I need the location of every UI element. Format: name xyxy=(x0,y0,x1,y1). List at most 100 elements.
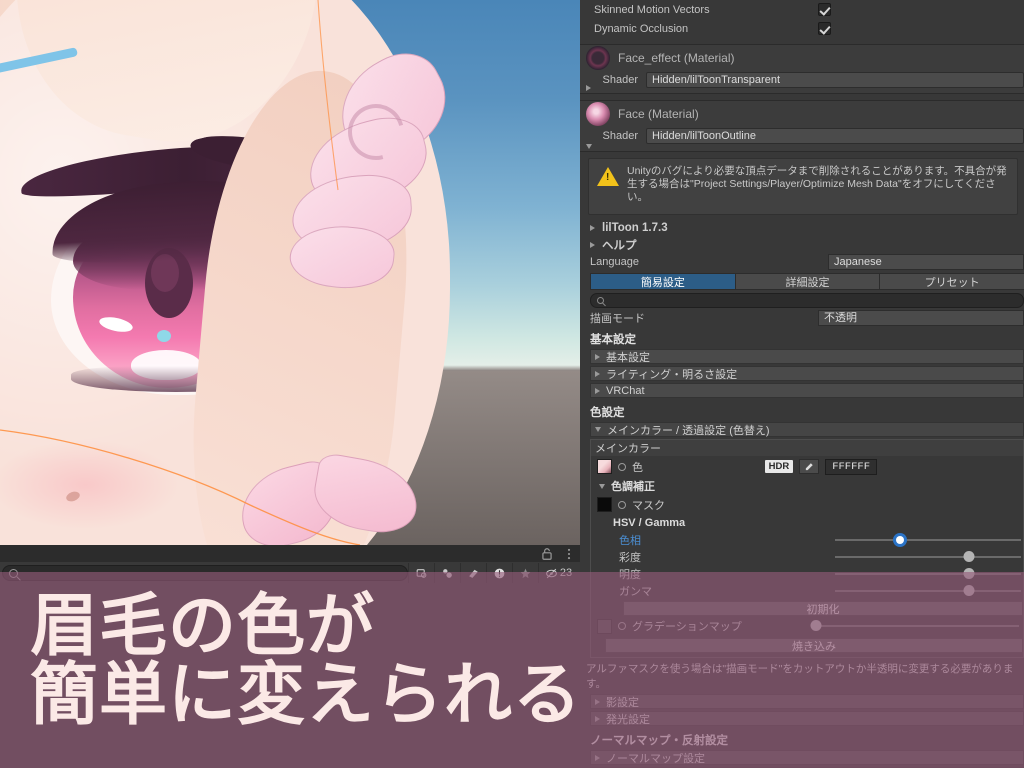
foldout-arrow-icon[interactable] xyxy=(586,85,591,91)
chevron-right-icon xyxy=(595,370,600,377)
slider-hue[interactable]: 色相 xyxy=(591,531,1023,548)
mask-texture-slot[interactable] xyxy=(597,497,612,512)
accordion-vrchat[interactable]: VRChat xyxy=(590,383,1024,398)
color-swatch[interactable] xyxy=(597,459,612,474)
foldout-liltoon-version[interactable]: lilToon 1.7.3 xyxy=(580,219,1024,236)
warning-icon xyxy=(597,167,619,186)
slider-knob[interactable] xyxy=(896,535,905,544)
accordion-label: ノーマルマップ設定 xyxy=(606,752,705,765)
warning-helpbox: Unityのバグにより必要な頂点データまで削除されることがあります。不具合が発生… xyxy=(588,158,1018,215)
material-block-face: Face (Material) Shader Hidden/lilToonOut… xyxy=(580,100,1024,152)
tone-correction-label: 色調補正 xyxy=(611,481,655,493)
slider-label: 色相 xyxy=(619,534,641,547)
caption-text: 眉毛の色が 簡単に変えられる xyxy=(30,587,583,736)
chevron-down-icon xyxy=(599,483,605,489)
tab-preset[interactable]: プリセット xyxy=(879,273,1024,290)
cheek-blush xyxy=(0,440,180,530)
slider-saturation[interactable]: 彩度 xyxy=(591,548,1023,565)
normal-section-title: ノーマルマップ・反射設定 xyxy=(590,735,728,747)
clear-icon[interactable] xyxy=(408,563,434,583)
mute-error-count[interactable]: 23 xyxy=(538,563,578,583)
chevron-right-icon xyxy=(590,224,595,231)
slider-knob[interactable] xyxy=(963,584,975,596)
warning-text: Unityのバグにより必要な頂点データまで削除されることがあります。不具合が発生… xyxy=(627,165,1007,203)
hex-value-field[interactable]: FFFFFF xyxy=(825,458,877,475)
render-mode-dropdown[interactable]: 不透明 xyxy=(818,309,1024,326)
accordion-label: メインカラー / 透過設定 (色替え) xyxy=(607,424,770,437)
material-title: Face (Material) xyxy=(618,107,699,121)
mode-tabs: 簡易設定 詳細設定 プリセット xyxy=(590,273,1024,290)
mask-label: マスク xyxy=(632,499,665,512)
shader-value-field[interactable]: Hidden/lilToonOutline xyxy=(646,128,1024,144)
checkbox[interactable] xyxy=(818,3,831,16)
slider-label: 彩度 xyxy=(619,551,641,564)
option-label: Skinned Motion Vectors xyxy=(594,3,710,16)
wing-accessory xyxy=(287,39,480,294)
toggle-radio-icon[interactable] xyxy=(618,500,626,509)
language-dropdown[interactable]: Japanese xyxy=(828,254,1024,270)
hsv-gamma-title: HSV / Gamma xyxy=(613,516,686,529)
shader-label: Shader xyxy=(602,74,638,86)
gradient-slider-track[interactable] xyxy=(810,620,1019,631)
accordion-lighting-settings[interactable]: ライティング・明るさ設定 xyxy=(590,366,1024,381)
main-color-header: メインカラー xyxy=(591,440,1023,456)
accordion-main-color[interactable]: メインカラー / 透過設定 (色替え) xyxy=(590,422,1024,437)
foldout-label: lilToon 1.7.3 xyxy=(602,221,668,234)
basic-section-title: 基本設定 xyxy=(590,334,636,346)
material-thumbnail[interactable] xyxy=(586,46,610,70)
language-label: Language xyxy=(590,256,639,268)
color-property-label: 色 xyxy=(632,461,643,474)
star-icon[interactable] xyxy=(512,563,538,583)
shader-label: Shader xyxy=(602,130,638,142)
option-dynamic-occlusion[interactable]: Dynamic Occlusion xyxy=(580,19,1024,38)
console-search-input[interactable] xyxy=(2,565,408,581)
material-thumbnail[interactable] xyxy=(586,102,610,126)
slider-label: 明度 xyxy=(619,568,641,581)
slider-knob[interactable] xyxy=(810,620,822,631)
accordion-basic-settings[interactable]: 基本設定 xyxy=(590,349,1024,364)
character-model xyxy=(0,0,570,545)
toggle-radio-icon[interactable] xyxy=(618,462,626,471)
search-icon xyxy=(597,297,604,304)
search-icon xyxy=(9,568,18,578)
option-skinned-motion-vectors[interactable]: Skinned Motion Vectors xyxy=(580,0,1024,19)
render-mode-label: 描画モード xyxy=(590,312,645,325)
chevron-right-icon xyxy=(590,241,595,248)
slider-track[interactable] xyxy=(835,550,1021,562)
slider-track[interactable] xyxy=(835,567,1021,579)
material-title: Face_effect (Material) xyxy=(618,51,735,65)
property-search-input[interactable] xyxy=(590,293,1024,308)
color-property-row: 色 HDR FFFFFF xyxy=(591,456,1023,477)
eye-accent-dot xyxy=(157,330,171,342)
chevron-right-icon xyxy=(595,754,600,761)
eyedropper-icon[interactable] xyxy=(799,459,820,474)
collapse-icon[interactable] xyxy=(434,563,460,583)
material-block-face-effect: Face_effect (Material) Shader Hidden/lil… xyxy=(580,44,1024,94)
tone-correction-foldout[interactable]: 色調補正 xyxy=(591,477,1023,495)
error-icon[interactable] xyxy=(486,563,512,583)
foldout-label: ヘルプ xyxy=(602,239,637,252)
slider-track[interactable] xyxy=(835,584,1021,596)
render-mode-row: 描画モード 不透明 xyxy=(580,308,1024,327)
slider-value[interactable]: 明度 xyxy=(591,565,1023,582)
foldout-arrow-icon[interactable] xyxy=(586,143,592,149)
kebab-menu-icon[interactable] xyxy=(562,547,576,561)
accordion-normal-map[interactable]: ノーマルマップ設定 xyxy=(590,750,1024,765)
screenshot-root: 23 Skinned Motion Vectors Dynamic Occlus… xyxy=(0,0,1024,768)
scene-viewport[interactable] xyxy=(0,0,580,545)
language-row: Language Japanese xyxy=(580,253,1024,271)
erase-icon[interactable] xyxy=(460,563,486,583)
chevron-right-icon xyxy=(595,353,600,360)
foldout-help[interactable]: ヘルプ xyxy=(580,236,1024,253)
tab-advanced[interactable]: 詳細設定 xyxy=(734,273,880,290)
slider-track[interactable] xyxy=(835,535,1021,544)
accordion-label: ライティング・明るさ設定 xyxy=(606,368,738,381)
lock-icon[interactable] xyxy=(540,547,554,561)
slider-knob[interactable] xyxy=(963,567,975,579)
chevron-right-icon xyxy=(595,387,600,394)
console-toolbar: 23 xyxy=(0,562,580,584)
slider-knob[interactable] xyxy=(963,550,975,562)
tab-simple[interactable]: 簡易設定 xyxy=(590,273,735,290)
shader-value-field[interactable]: Hidden/lilToonTransparent xyxy=(646,72,1024,88)
checkbox[interactable] xyxy=(818,22,831,35)
